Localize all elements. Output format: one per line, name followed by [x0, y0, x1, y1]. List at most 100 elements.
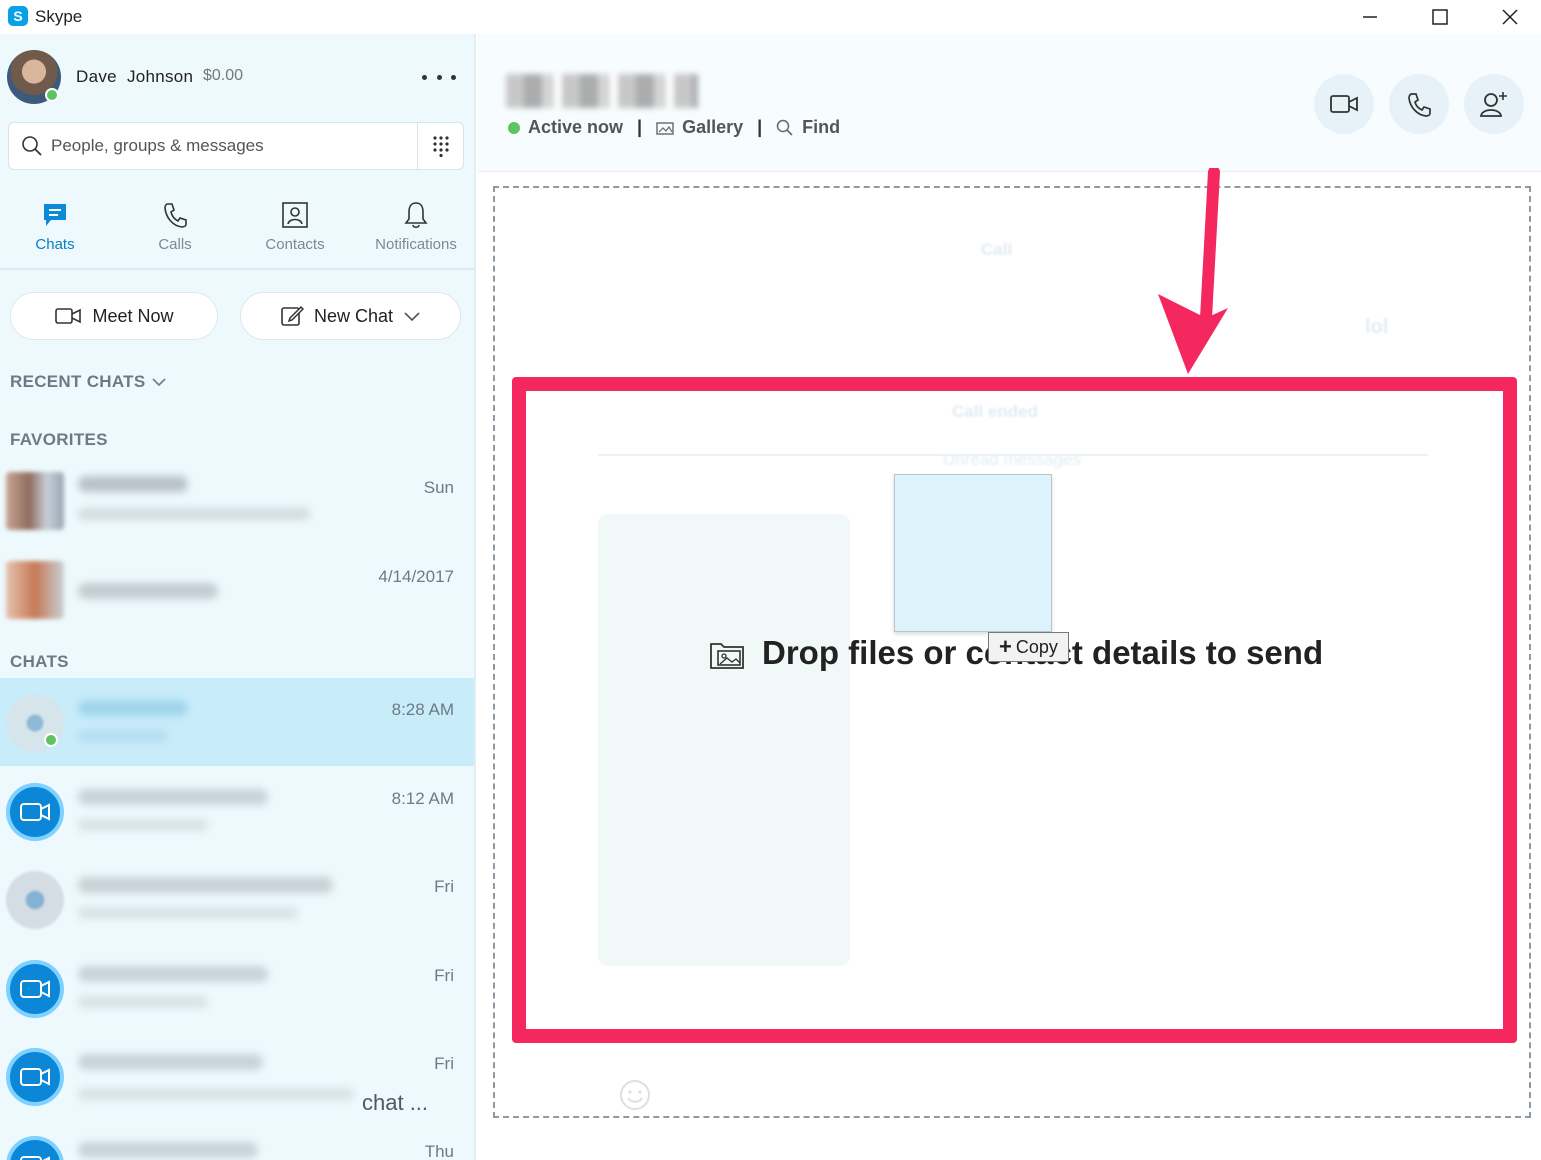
chat-item[interactable]: 8:28 AM [0, 678, 474, 766]
pointer-arrow-annotation [1158, 168, 1228, 374]
presence-online-indicator [44, 733, 58, 747]
blurred-name [78, 877, 333, 893]
recent-chats-dropdown[interactable]: RECENT CHATS [10, 372, 167, 392]
video-call-icon [6, 1048, 64, 1106]
contacts-icon [282, 202, 308, 228]
emoji-icon [620, 1080, 650, 1110]
search-box[interactable] [8, 122, 464, 170]
meet-now-button[interactable]: Meet Now [10, 292, 218, 340]
presence-online-indicator [45, 88, 59, 102]
search-icon [776, 119, 793, 136]
blurred-name [78, 476, 188, 492]
video-call-button[interactable] [1314, 74, 1374, 134]
chat-time: 8:12 AM [391, 789, 454, 808]
avatar [6, 561, 64, 619]
tab-notifications[interactable]: Notifications [361, 184, 471, 270]
blurred-preview [78, 996, 208, 1008]
phone-icon [1408, 93, 1431, 117]
avatar [6, 871, 64, 929]
blurred-name [78, 966, 268, 982]
new-chat-button[interactable]: New Chat [240, 292, 461, 340]
chat-item[interactable]: Fri chat ... [0, 1032, 474, 1120]
nav-tabs: Chats Calls Contacts Notifications [0, 184, 474, 270]
blurred-preview [78, 1088, 354, 1100]
chat-item[interactable]: 8:12 AM [0, 767, 474, 855]
chat-time: 4/14/2017 [378, 567, 454, 586]
drag-preview-thumbnail [894, 474, 1052, 632]
chat-icon [44, 204, 66, 226]
video-camera-icon [55, 308, 82, 324]
app-title: Skype [35, 7, 83, 26]
audio-call-button[interactable] [1389, 74, 1449, 134]
dialpad-button[interactable] [417, 123, 464, 169]
ghost-call-label: Call [981, 240, 1013, 259]
bell-icon [404, 202, 428, 229]
blurred-preview [78, 730, 168, 742]
chat-item[interactable]: Fri [0, 944, 474, 1032]
chevron-down-icon [151, 378, 166, 387]
chevron-down-icon[interactable] [403, 310, 421, 322]
gallery-link[interactable]: Gallery [682, 117, 743, 138]
dialpad-icon [433, 136, 449, 157]
gallery-icon [656, 121, 674, 135]
video-camera-icon [1330, 95, 1358, 113]
chat-time: Sun [423, 478, 454, 497]
drop-files-icon [710, 643, 744, 669]
maximize-button[interactable] [1405, 0, 1475, 34]
blurred-preview [78, 907, 298, 919]
close-button[interactable] [1475, 0, 1541, 34]
blurred-contact-name[interactable] [506, 74, 698, 108]
more-options-button[interactable] [422, 68, 456, 86]
blurred-name [78, 1054, 263, 1070]
profile-name[interactable]: Dave Johnson [76, 67, 193, 87]
ghost-compose-bar [618, 1078, 652, 1112]
phone-icon [164, 203, 187, 228]
chat-time: Fri [434, 877, 454, 896]
search-input[interactable] [51, 123, 411, 169]
conversation-pane: Active now | Gallery | Find Call lol Cal… [478, 34, 1541, 1160]
chat-time: Fri [434, 1054, 454, 1073]
search-icon [21, 135, 43, 162]
chat-time: Fri [434, 966, 454, 985]
presence-online-indicator [508, 121, 520, 134]
chat-time: 8:28 AM [391, 700, 454, 719]
blurred-name [78, 1142, 258, 1158]
status-text: Active now [528, 117, 624, 137]
skype-credit[interactable]: $0.00 [203, 67, 243, 85]
edit-icon [281, 305, 304, 326]
favorites-heading: FAVORITES [10, 430, 108, 449]
chat-time: Thu [424, 1142, 454, 1160]
add-people-button[interactable] [1464, 74, 1524, 134]
title-bar: S Skype [0, 0, 1541, 34]
video-call-icon [6, 1136, 64, 1160]
blurred-preview [78, 508, 310, 520]
ghost-reply: lol [1365, 316, 1389, 338]
favorite-item[interactable]: Sun [0, 456, 474, 544]
minimize-icon [1363, 16, 1377, 18]
avatar [6, 472, 64, 530]
tab-contacts[interactable]: Contacts [240, 184, 350, 270]
conversation-meta: Active now | Gallery | Find [508, 117, 840, 138]
maximize-icon [1432, 9, 1448, 25]
conversation-header: Active now | Gallery | Find [478, 34, 1541, 172]
add-person-icon [1479, 92, 1507, 117]
tab-chats[interactable]: Chats [0, 184, 110, 270]
blurred-name [78, 583, 218, 599]
chat-item[interactable]: Fri [0, 855, 474, 943]
tab-calls[interactable]: Calls [120, 184, 230, 270]
video-call-icon [6, 960, 64, 1018]
skype-logo-icon: S [8, 6, 28, 26]
chats-heading: CHATS [10, 652, 69, 671]
chat-preview-tail: chat ... [362, 1090, 429, 1115]
favorite-item[interactable]: 4/14/2017 [0, 545, 474, 633]
minimize-button[interactable] [1335, 0, 1405, 34]
close-icon [1502, 9, 1518, 25]
blurred-preview [78, 819, 208, 831]
find-link[interactable]: Find [802, 117, 840, 138]
video-call-icon [6, 783, 64, 841]
sidebar: Dave Johnson $0.00 Chats [0, 34, 476, 1160]
chat-item[interactable]: Thu [0, 1120, 474, 1160]
blurred-name [78, 700, 188, 716]
blurred-name [78, 789, 268, 805]
copy-drag-tooltip: + Copy [988, 632, 1069, 662]
